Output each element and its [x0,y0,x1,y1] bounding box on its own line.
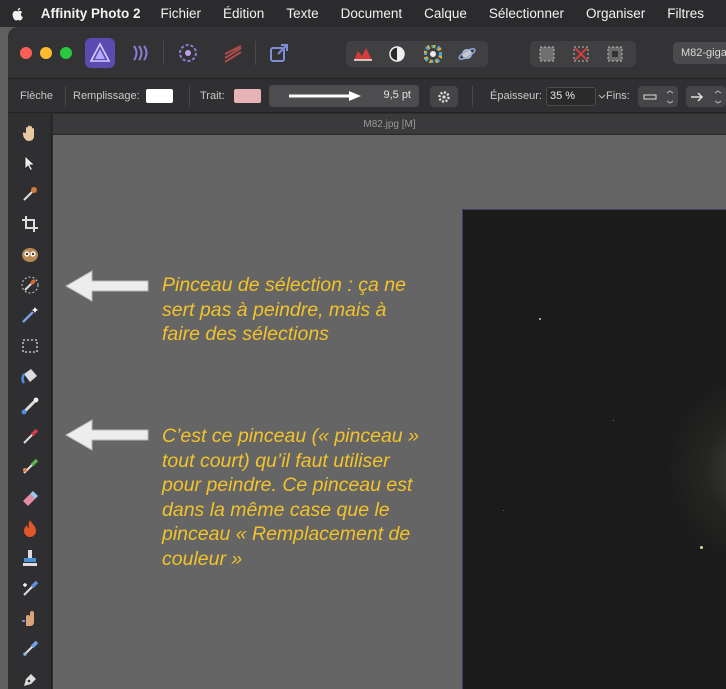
app-name-menu[interactable]: Affinity Photo 2 [41,6,141,21]
star [700,546,703,549]
thickness-field[interactable]: 35 % [546,87,596,106]
galaxy-image [462,209,726,689]
ends-label: Fins: [606,90,630,102]
levels-adjustment-icon[interactable] [348,41,378,67]
galaxy-glow [663,370,726,570]
stroke-width-value: 9,5 pt [383,89,411,101]
apple-menu-icon[interactable] [12,6,23,22]
deselect-icon[interactable] [566,41,596,67]
stroke-label: Trait: [200,90,225,102]
mixer-brush-tool-icon[interactable] [19,456,41,478]
menu-texte[interactable]: Texte [286,6,318,21]
zoom-window-button[interactable] [60,47,72,59]
star [503,510,504,511]
pen-tool-icon[interactable] [19,669,41,689]
liquify-persona-icon[interactable] [126,38,156,68]
stroke-arrow-preview-icon [289,91,361,101]
white-balance-icon[interactable] [452,41,482,67]
menu-document[interactable]: Document [341,6,403,21]
move-tool-icon[interactable] [19,152,41,174]
app-window: M82-gigapi Flèche Remplissage: Trait: 9,… [8,27,726,689]
hand-tool-icon[interactable] [19,122,41,144]
menu-organiser[interactable]: Organiser [586,6,645,21]
crop-tool-icon[interactable] [19,213,41,235]
menu-fichier[interactable]: Fichier [161,6,202,21]
export-persona-icon[interactable] [264,38,294,68]
stroke-settings-button[interactable] [430,86,458,107]
erase-brush-tool-icon[interactable] [19,487,41,509]
flood-select-tool-icon[interactable] [19,304,41,326]
selection-brush-note: Pinceau de sélection : ça ne sert pas à … [162,274,406,345]
paint-brush-note: C’est ce pinceau (« pinceau » tout court… [162,425,419,570]
start-end-style-select[interactable] [638,86,678,107]
minimize-window-button[interactable] [40,47,52,59]
menu-filtres[interactable]: Filtres [667,6,704,21]
select-all-icon[interactable] [532,41,562,67]
end-arrow-style-select[interactable] [686,86,726,107]
clone-tool-icon[interactable] [19,547,41,569]
paint-brush-tool-icon[interactable] [19,426,41,448]
selection-brush-tool-icon[interactable] [19,274,41,296]
canvas-area[interactable] [53,135,726,689]
annotation-arrow-paint-brush [64,419,149,451]
document-tab[interactable]: M82.jpg [M] [53,114,726,135]
color-wheel-icon[interactable] [418,41,448,67]
color-picker-tool-icon[interactable] [19,183,41,205]
stroke-color-swatch[interactable] [234,89,261,103]
context-toolbar: Flèche Remplissage: Trait: 9,5 pt Épaiss… [8,80,726,113]
close-window-button[interactable] [20,47,32,59]
document-switcher[interactable]: M82-gigapi [673,42,726,64]
red-eye-tool-icon[interactable] [19,243,41,265]
photo-persona-icon[interactable] [85,38,115,68]
flood-fill-tool-icon[interactable] [19,365,41,387]
title-toolbar: M82-gigapi [8,27,726,79]
burn-tool-icon[interactable] [19,517,41,539]
healing-brush-tool-icon[interactable] [19,578,41,600]
current-tool-label: Flèche [20,90,54,102]
star [539,318,541,320]
tone-mapping-persona-icon[interactable] [218,38,248,68]
menu-bar: Affinity Photo 2 Fichier Édition Texte D… [0,0,726,27]
thickness-dropdown[interactable] [597,87,606,106]
auto-contrast-icon[interactable] [382,41,412,67]
menu-calque[interactable]: Calque [424,6,467,21]
blur-brush-tool-icon[interactable] [19,638,41,660]
smudge-tool-icon[interactable] [19,608,41,630]
gradient-tool-icon[interactable] [19,395,41,417]
develop-persona-icon[interactable] [173,38,203,68]
fill-color-swatch[interactable] [146,89,173,103]
menu-edition[interactable]: Édition [223,6,264,21]
menu-selectionner[interactable]: Sélectionner [489,6,564,21]
chevron-down-icon [598,94,605,99]
invert-selection-icon[interactable] [600,41,630,67]
gear-icon [438,90,450,103]
stroke-width-control[interactable]: 9,5 pt [269,85,419,107]
star [613,420,614,421]
tools-panel [8,114,52,689]
marquee-tool-icon[interactable] [19,335,41,357]
annotation-arrow-selection-brush [64,270,149,302]
fill-label: Remplissage: [73,90,140,102]
thickness-label: Épaisseur: [490,90,542,102]
